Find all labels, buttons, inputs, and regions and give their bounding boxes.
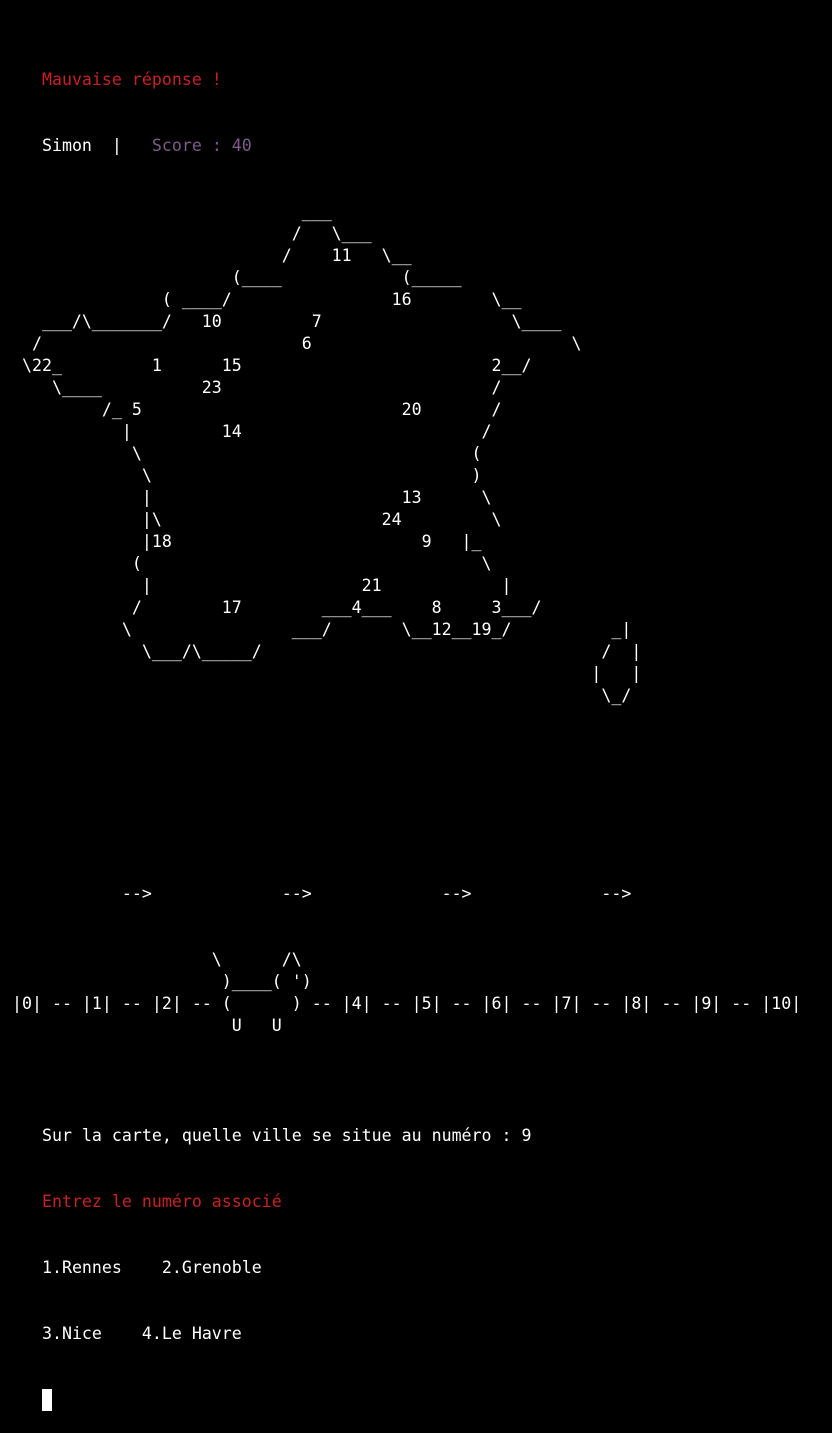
map-line: | 21 |	[2, 576, 512, 595]
map-line: | 13 \	[2, 488, 492, 507]
slide-line: )____( ')	[2, 972, 312, 991]
map-line: \_/	[2, 686, 632, 705]
map-line: \ )	[2, 466, 482, 485]
map-line: \ ___/ \__12__19_/ _|	[2, 620, 632, 639]
map-line: / \___	[2, 224, 372, 243]
options-row-2: 3.Nice 4.Le Havre	[2, 1301, 830, 1343]
slide-line: |0| -- |1| -- |2| -- ( ) -- |4| -- |5| -…	[2, 994, 802, 1013]
prompt-line: Entrez le numéro associé	[2, 1169, 830, 1211]
map-line: |\ 24 \	[2, 510, 502, 529]
slide-line	[2, 927, 830, 949]
status-line: Simon | Score : 40	[2, 113, 830, 155]
slide-line: \ /\	[2, 950, 302, 969]
map-line: ___/\_______/ 10 7 \____	[2, 312, 562, 331]
slide-line	[2, 795, 830, 817]
map-line: | |	[2, 664, 642, 683]
map-line: ___	[2, 202, 332, 221]
slide-line: U U	[2, 1016, 282, 1035]
result-message-line: Mauvaise réponse !	[2, 47, 830, 89]
input-line[interactable]	[2, 1367, 830, 1411]
map-line: | 14 /	[2, 422, 492, 441]
map-line: ( \	[2, 554, 492, 573]
map-line: \ (	[2, 444, 482, 463]
score-display: Score : 40	[151, 136, 252, 155]
slide-line	[2, 861, 830, 883]
answer-options-3-4: 3.Nice 4.Le Havre	[41, 1324, 242, 1343]
terminal-window: Mauvaise réponse ! Simon | Score : 40 __…	[2, 3, 830, 1411]
status-separator: |	[91, 136, 152, 155]
slide-line	[2, 839, 830, 861]
map-line: / 17 ___4___ 8 3___/	[2, 598, 542, 617]
player-name: Simon	[41, 136, 92, 155]
map-line: / 6 \	[2, 334, 582, 353]
map-line: / 11 \__	[2, 246, 412, 265]
slide-line	[2, 773, 830, 795]
slide-line	[2, 817, 830, 839]
result-message: Mauvaise réponse !	[41, 70, 222, 89]
question-text: Sur la carte, quelle ville se situe au n…	[41, 1126, 532, 1145]
slide-line	[2, 905, 830, 927]
slide-ascii-art: --> --> --> --> \ /\ )____( ') |0| -- |1…	[2, 773, 830, 1037]
map-line: \____ 23 /	[2, 378, 502, 397]
text-cursor[interactable]	[41, 1389, 52, 1411]
options-row-1: 1.Rennes 2.Grenoble	[2, 1235, 830, 1277]
slide-line: --> --> --> -->	[2, 884, 632, 903]
map-line: /_ 5 20 /	[2, 400, 502, 419]
map-line: |18 9 |_	[2, 532, 482, 551]
question-line: Sur la carte, quelle ville se situe au n…	[2, 1103, 830, 1145]
map-line: ( ____/ 16 \__	[2, 290, 522, 309]
france-ascii-map: ___ / \___ / 11 \__ (____ (_____ ( ____/…	[2, 201, 830, 707]
map-line: \22_ 1 15 2__/	[2, 356, 532, 375]
map-line: \___/\_____/ / |	[2, 642, 642, 661]
answer-prompt: Entrez le numéro associé	[41, 1192, 282, 1211]
answer-options-1-2: 1.Rennes 2.Grenoble	[41, 1258, 262, 1277]
map-line: (____ (_____	[2, 268, 462, 287]
